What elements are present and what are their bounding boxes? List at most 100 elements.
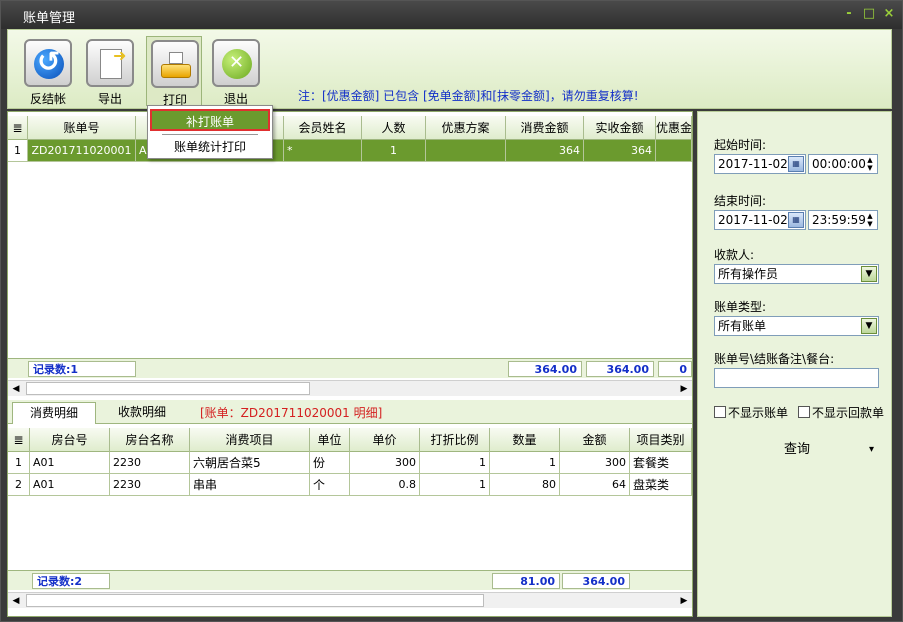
hide-bills-checkbox[interactable] — [714, 406, 726, 418]
scroll-thumb[interactable] — [26, 382, 310, 395]
toolbar: 反结帐 导出 打印 退出 注：[优惠金额] 已包含 [免单金额]和[抹零金额]，… — [7, 29, 892, 109]
window-title: 账单管理 — [23, 11, 76, 26]
col-qty[interactable]: 数量 — [490, 428, 560, 452]
scroll-left-icon[interactable]: ◀ — [8, 593, 24, 609]
maximize-button[interactable]: □ — [861, 6, 877, 22]
chevron-down-icon[interactable]: ▼ — [861, 318, 877, 334]
col-people[interactable]: 人数 — [362, 116, 426, 140]
col-consume-amount[interactable]: 消费金额 — [506, 116, 584, 140]
end-time-field[interactable]: 23:59:59 ▲ ▼ — [808, 210, 878, 230]
cell-detail-amount: 64 — [560, 474, 630, 496]
start-time-value: 00:00:00 — [812, 157, 866, 171]
cell-qty: 1 — [490, 452, 560, 474]
cell-item: 六朝居合菜5 — [190, 452, 310, 474]
detail-total-qty: 81.00 — [492, 573, 560, 589]
row-index: 1 — [8, 140, 28, 162]
bill-type-select[interactable]: 所有账单 ▼ — [714, 316, 879, 336]
scroll-right-icon[interactable]: ▶ — [676, 381, 692, 397]
bill-total-amount: 364.00 — [508, 361, 582, 377]
bill-total-received: 364.00 — [586, 361, 654, 377]
hide-bills-label: 不显示账单 — [728, 406, 789, 420]
col-room-name[interactable]: 房台名称 — [110, 428, 190, 452]
hide-refunds-checkbox[interactable] — [798, 406, 810, 418]
left-pane: ≣ 账单号 会员姓名 人数 优惠方案 消费金额 实收金额 优惠金 1 ZD201… — [7, 111, 693, 617]
table-row[interactable]: 1 ZD201711020001 A0 * 1 364 364 — [8, 140, 692, 162]
cell-people: 1 — [362, 140, 426, 162]
bill-type-value: 所有账单 — [718, 319, 767, 333]
table-row[interactable]: 1 A01 2230 六朝居合菜5 份 300 1 1 300 套餐类 — [8, 452, 692, 474]
bill-total-discount: 0 — [658, 361, 692, 377]
col-discount-rate[interactable]: 打折比例 — [420, 428, 490, 452]
bill-grid-header: ≣ 账单号 会员姓名 人数 优惠方案 消费金额 实收金额 优惠金 — [8, 116, 692, 140]
close-button[interactable]: × — [881, 6, 897, 22]
col-price[interactable]: 单价 — [350, 428, 420, 452]
print-button[interactable]: 打印 — [146, 36, 202, 107]
col-detail-amount[interactable]: 金额 — [560, 428, 630, 452]
title-bar: 账单管理 - □ × — [1, 1, 902, 29]
tab-payment-detail[interactable]: 收款明细 — [100, 402, 184, 424]
scroll-right-icon[interactable]: ▶ — [676, 593, 692, 609]
start-date-value: 2017-11-02 — [718, 157, 788, 171]
col-received-amount[interactable]: 实收金额 — [584, 116, 656, 140]
end-date-field[interactable]: 2017-11-02 ▦ — [714, 210, 806, 230]
search-input[interactable] — [714, 368, 879, 388]
cell-detail-amount: 300 — [560, 452, 630, 474]
cell-room-name: 2230 — [110, 452, 190, 474]
row-index: 2 — [8, 474, 30, 496]
bill-grid-hscroll[interactable]: ◀ ▶ — [8, 380, 692, 396]
cashier-select[interactable]: 所有操作员 ▼ — [714, 264, 879, 284]
bill-grid-footer: 记录数:1 364.00 364.00 0 — [8, 358, 692, 378]
col-item[interactable]: 消费项目 — [190, 428, 310, 452]
chevron-down-icon[interactable]: ▼ — [861, 266, 877, 282]
scroll-thumb[interactable] — [26, 594, 484, 607]
cell-qty: 80 — [490, 474, 560, 496]
bill-record-count: 记录数:1 — [28, 361, 136, 377]
row-index: 1 — [8, 452, 30, 474]
menu-item-reprint-bill[interactable]: 补打账单 — [150, 109, 270, 131]
cashier-value: 所有操作员 — [718, 267, 779, 281]
col-bill-no[interactable]: 账单号 — [28, 116, 136, 140]
detail-bill-label: [账单：ZD201711020001 明细] — [200, 406, 383, 420]
calendar-icon[interactable]: ▦ — [788, 212, 804, 228]
end-time-label: 结束时间: — [714, 194, 767, 208]
col-discount-plan[interactable]: 优惠方案 — [426, 116, 506, 140]
query-button[interactable]: 查询 ▾ — [714, 437, 880, 463]
cashier-label: 收款人: — [714, 248, 755, 262]
spinner-icon[interactable]: ▲ ▼ — [865, 212, 875, 228]
tab-consume-detail[interactable]: 消费明细 — [12, 402, 96, 424]
calendar-icon[interactable]: ▦ — [788, 156, 804, 172]
unsettle-button[interactable]: 反结帐 — [20, 36, 76, 106]
cell-bill-no: ZD201711020001 — [28, 140, 136, 162]
col-unit[interactable]: 单位 — [310, 428, 350, 452]
col-room-no[interactable]: 房台号 — [30, 428, 110, 452]
exit-button[interactable]: 退出 — [208, 36, 264, 106]
cell-category: 套餐类 — [630, 452, 692, 474]
search-label: 账单号\结账备注\餐台: — [714, 352, 835, 366]
col-discount-amount[interactable]: 优惠金 — [656, 116, 692, 140]
cell-price: 300 — [350, 452, 420, 474]
bill-type-label: 账单类型: — [714, 300, 767, 314]
cell-unit: 个 — [310, 474, 350, 496]
cell-discount — [656, 140, 692, 162]
export-button[interactable]: 导出 — [82, 36, 138, 106]
cell-room: A01 — [30, 452, 110, 474]
scroll-left-icon[interactable]: ◀ — [8, 381, 24, 397]
grid-corner-icon[interactable]: ≣ — [8, 116, 28, 140]
detail-corner-icon[interactable]: ≣ — [8, 428, 30, 452]
detail-grid-footer: 记录数:2 81.00 364.00 — [8, 570, 692, 590]
detail-grid-header: ≣ 房台号 房台名称 消费项目 单位 单价 打折比例 数量 金额 项目类别 — [8, 428, 692, 452]
end-time-value: 23:59:59 — [812, 213, 866, 227]
cell-received: 364 — [584, 140, 656, 162]
minimize-button[interactable]: - — [841, 6, 857, 22]
table-row[interactable]: 2 A01 2230 串串 个 0.8 1 80 64 盘菜类 — [8, 474, 692, 496]
start-date-field[interactable]: 2017-11-02 ▦ — [714, 154, 806, 174]
detail-grid-hscroll[interactable]: ◀ ▶ — [8, 592, 692, 608]
start-time-field[interactable]: 00:00:00 ▲ ▼ — [808, 154, 878, 174]
col-member-name[interactable]: 会员姓名 — [284, 116, 362, 140]
spinner-icon[interactable]: ▲ ▼ — [865, 156, 875, 172]
col-category[interactable]: 项目类别 — [630, 428, 692, 452]
exit-icon — [212, 39, 260, 87]
cell-amount: 364 — [506, 140, 584, 162]
discount-note: 注：[优惠金额] 已包含 [免单金额]和[抹零金额]，请勿重复核算! — [298, 89, 639, 103]
menu-item-bill-stats-print[interactable]: 账单统计打印 — [150, 136, 270, 158]
